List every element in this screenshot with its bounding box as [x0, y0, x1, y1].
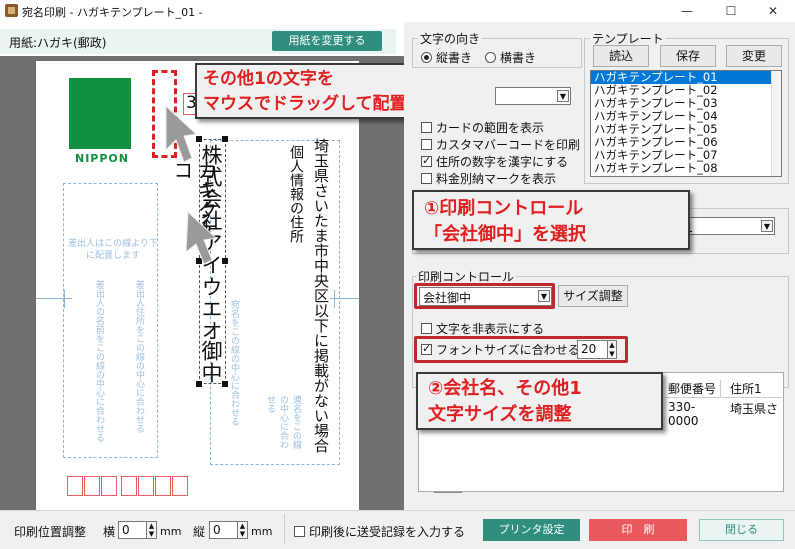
show-card-area-checkbox[interactable] [421, 122, 432, 133]
drag-arrow-icon [185, 210, 218, 265]
change-paper-button[interactable]: 用紙を変更する [272, 31, 382, 51]
horizontal-offset-label: 横 [103, 525, 116, 539]
minimize-button[interactable]: — [665, 0, 709, 22]
sender-zip-box [172, 476, 188, 496]
horizontal-offset-input[interactable]: 0 [118, 521, 148, 539]
paper-label: 用紙:ハガキ(郵政) [9, 36, 107, 50]
sender-zip-box [155, 476, 171, 496]
template-list[interactable]: ハガキテンプレート_01 ハガキテンプレート_02 ハガキテンプレート_03 ハ… [590, 70, 782, 177]
printer-settings-button[interactable]: プリンタ設定 [483, 519, 580, 541]
company-suffix: 御中 [199, 340, 223, 384]
grid-scroll-thumb[interactable] [434, 492, 462, 493]
recipient-guide-name-text: 宛名をこの線の中心に合わせる [229, 300, 239, 426]
show-card-area-label: カードの範囲を表示 [436, 121, 545, 135]
vertical-unit: mm [251, 525, 273, 538]
sender-guide-name-text: 差出人の名前をこの線の中心に合わせる [94, 280, 104, 442]
fit-font-checkbox[interactable] [421, 342, 432, 355]
template-save-button[interactable]: 保存 [660, 45, 716, 67]
font-size-input[interactable]: 20 [577, 340, 609, 359]
vertical-offset-label: 縦 [193, 525, 206, 539]
grid-header-address[interactable]: 住所1 [722, 380, 782, 398]
resize-handle-tr[interactable] [222, 136, 228, 142]
guide-line-left [36, 298, 72, 299]
kanji-numbers-label: 住所の数字を漢字にする [436, 155, 569, 169]
sender-guide-top-text: 差出人はこの線より下に配置します [68, 239, 158, 261]
sender-zip-box [138, 476, 154, 496]
resize-handle-bl[interactable] [196, 381, 202, 387]
postage-mark-label: 料金別納マークを表示 [436, 172, 557, 186]
print-button[interactable]: 印 刷 [589, 519, 687, 541]
recipient-name-line: 個人情報の住所 [288, 145, 304, 243]
vertical-label: 縦書き [436, 51, 473, 65]
bottom-divider [284, 514, 285, 544]
orientation-title: 文字の向き [418, 30, 483, 47]
sender-zip-box [101, 476, 117, 496]
horizontal-label: 横書き [500, 51, 537, 65]
chevron-down-icon[interactable]: ▼ [557, 90, 569, 102]
grid-cell-address[interactable]: 埼玉県さ [722, 400, 782, 418]
recipient-address: 埼玉県さいたま市中央区以下に掲載がない場合 [312, 138, 330, 453]
fit-font-label: フォントサイズに合わせる [436, 343, 580, 357]
chevron-down-icon[interactable]: ▼ [538, 290, 550, 302]
recipient-guide-extra-text: 連名をこの線の中心に合わせる [265, 395, 301, 449]
size-adjust-button[interactable]: サイズ調整 [558, 285, 628, 307]
customer-barcode-checkbox[interactable] [421, 139, 432, 150]
horizontal-radio[interactable] [485, 52, 496, 63]
log-after-print-label: 印刷後に送受記録を入力する [309, 525, 466, 539]
postage-mark-checkbox[interactable] [421, 173, 432, 184]
close-button[interactable]: 閉じる [699, 519, 784, 541]
horizontal-offset-spinner[interactable]: ▲ ▼ [146, 521, 157, 539]
vertical-radio[interactable] [421, 52, 432, 63]
kanji-numbers-checkbox[interactable] [421, 154, 432, 167]
paper-bar: 用紙:ハガキ(郵政) 用紙を変更する [0, 29, 396, 54]
customer-barcode-label: カスタマバーコードを印刷 [436, 138, 581, 152]
sender-zip-box [67, 476, 83, 496]
resize-handle-br[interactable] [222, 381, 228, 387]
template-item[interactable]: ハガキテンプレート_08 [591, 162, 781, 175]
grid-header-zip[interactable]: 郵便番号 [665, 380, 721, 398]
window-title: 宛名印刷 - ハガキテンプレート_01 - [22, 6, 203, 19]
step1-callout: ①印刷コントロール 「会社御中」を選択 [412, 190, 690, 250]
font-size-spinner[interactable]: ▲ ▼ [607, 340, 617, 359]
step2-callout: ②会社名、その他1 文字サイズを調整 [416, 372, 663, 430]
grid-cell-zip[interactable]: 330-0000 [665, 400, 721, 428]
vertical-offset-input[interactable]: 0 [209, 521, 239, 539]
sender-guide-address-text: 差出人住所をこの線の中心に合わせる [134, 280, 144, 433]
sender-zip-box [84, 476, 100, 496]
app-icon [5, 4, 18, 17]
guide-tick-left [64, 290, 65, 308]
position-adjust-label: 印刷位置調整 [14, 525, 87, 539]
maximize-button[interactable]: ☐ [709, 0, 753, 22]
brand-text: NIPPON [75, 152, 129, 165]
close-window-button[interactable]: ✕ [751, 0, 795, 22]
print-control-combo[interactable]: 会社御中 [419, 287, 552, 306]
horizontal-unit: mm [160, 525, 182, 538]
vertical-offset-spinner[interactable]: ▲ ▼ [237, 521, 248, 539]
stamp-logo [69, 78, 131, 149]
template-load-button[interactable]: 読込 [593, 45, 649, 67]
template-change-button[interactable]: 変更 [726, 45, 782, 67]
hide-text-label: 文字を非表示にする [436, 322, 545, 336]
sender-zip-box [121, 476, 137, 496]
log-after-print-checkbox[interactable] [294, 526, 305, 537]
guide-tick-right [334, 290, 335, 308]
hide-text-checkbox[interactable] [421, 323, 432, 334]
template-scrollbar[interactable] [771, 71, 781, 176]
chevron-down-icon[interactable]: ▼ [761, 220, 773, 232]
